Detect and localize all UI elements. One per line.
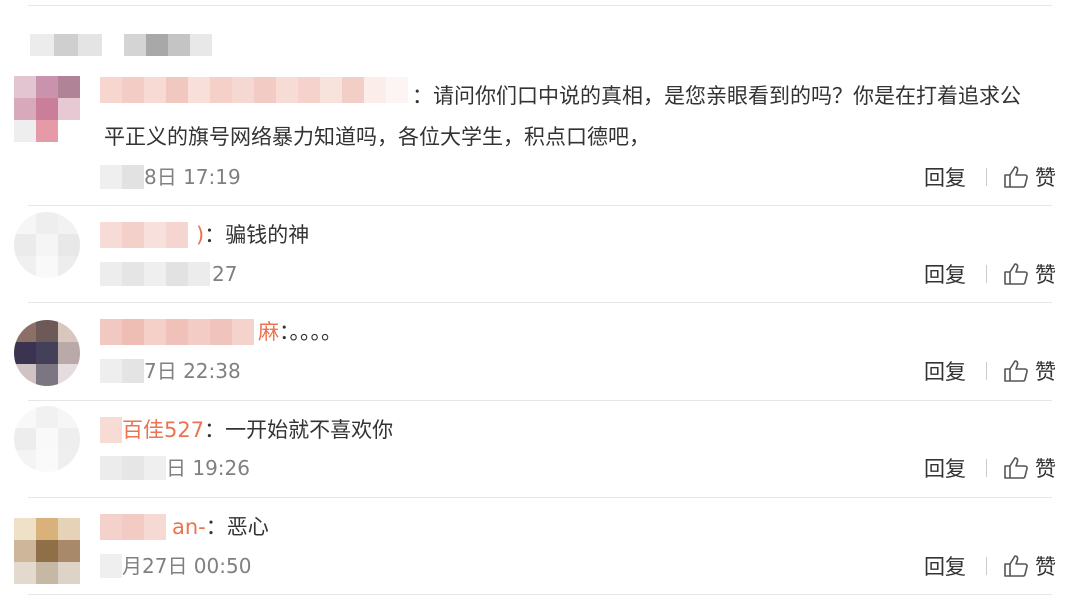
reply-button[interactable]: 回复 (924, 259, 966, 289)
timestamp-mosaic (100, 262, 210, 286)
like-label: 赞 (1035, 555, 1056, 579)
timestamp: 27 (212, 262, 238, 286)
timestamp: 7日 22:38 (144, 359, 241, 383)
action-separator (986, 459, 987, 477)
username-mosaic[interactable] (100, 222, 188, 248)
like-button[interactable]: 赞 (1003, 162, 1056, 192)
reply-button[interactable]: 回复 (924, 453, 966, 483)
timestamp: 月27日 00:50 (122, 554, 252, 578)
action-separator (986, 557, 987, 575)
comment-divider (28, 302, 1052, 303)
like-label: 赞 (1035, 166, 1056, 190)
username-mosaic[interactable] (100, 417, 122, 443)
thumbs-up-icon (1004, 360, 1028, 382)
comment-actions: 回复 赞 (924, 454, 1056, 482)
timestamp-mosaic (100, 456, 166, 480)
avatar[interactable] (14, 212, 80, 278)
like-label: 赞 (1035, 263, 1056, 287)
like-label: 赞 (1035, 360, 1056, 384)
action-separator (986, 168, 987, 186)
username-mosaic[interactable] (100, 319, 254, 345)
comment-actions: 回复 赞 (924, 163, 1056, 191)
username[interactable]: ) (196, 223, 204, 247)
comment-divider (28, 497, 1052, 498)
like-label: 赞 (1035, 457, 1056, 481)
username[interactable]: 麻 (258, 320, 279, 344)
avatar[interactable] (14, 76, 80, 142)
avatar[interactable] (14, 320, 80, 386)
comment-actions: 回复 赞 (924, 357, 1056, 385)
comment-actions: 回复 赞 (924, 260, 1056, 288)
reply-button[interactable]: 回复 (924, 551, 966, 581)
timestamp: 8日 17:19 (144, 165, 241, 189)
comment-text: 百佳527：一开始就不喜欢你 (122, 418, 394, 442)
username[interactable]: an- (172, 515, 206, 539)
action-separator (986, 265, 987, 283)
thumbs-up-icon (1004, 166, 1028, 188)
comment-text: 麻：。。。。 (258, 320, 342, 344)
avatar[interactable] (14, 406, 80, 472)
thumbs-up-icon (1004, 263, 1028, 285)
like-button[interactable]: 赞 (1003, 259, 1056, 289)
comment-divider (28, 205, 1052, 206)
comment-text: ：请问你们口中说的真相，是您亲眼看到的吗？你是在打着追求公 (412, 84, 1021, 108)
like-button[interactable]: 赞 (1003, 356, 1056, 386)
timestamp-mosaic (100, 554, 122, 578)
avatar[interactable] (14, 518, 80, 584)
comment-text-line2: 平正义的旗号网络暴力知道吗，各位大学生，积点口德吧， (104, 125, 650, 149)
username[interactable]: 百佳527 (122, 418, 204, 442)
thumbs-up-icon (1004, 555, 1028, 577)
username-mosaic[interactable] (100, 514, 166, 540)
reply-button[interactable]: 回复 (924, 356, 966, 386)
username-mosaic[interactable] (100, 77, 408, 103)
timestamp-mosaic (100, 359, 144, 383)
comment-actions: 回复 赞 (924, 552, 1056, 580)
like-button[interactable]: 赞 (1003, 453, 1056, 483)
timestamp: 日 19:26 (166, 456, 250, 480)
like-button[interactable]: 赞 (1003, 551, 1056, 581)
action-separator (986, 362, 987, 380)
blurred-header (0, 0, 1080, 62)
comment-divider (28, 594, 1052, 595)
comment-text: an-：恶心 (172, 515, 269, 539)
thumbs-up-icon (1004, 457, 1028, 479)
reply-button[interactable]: 回复 (924, 162, 966, 192)
comment-text: )：骗钱的神 (196, 223, 310, 247)
timestamp-mosaic (100, 165, 144, 189)
comment-divider (28, 400, 1052, 401)
